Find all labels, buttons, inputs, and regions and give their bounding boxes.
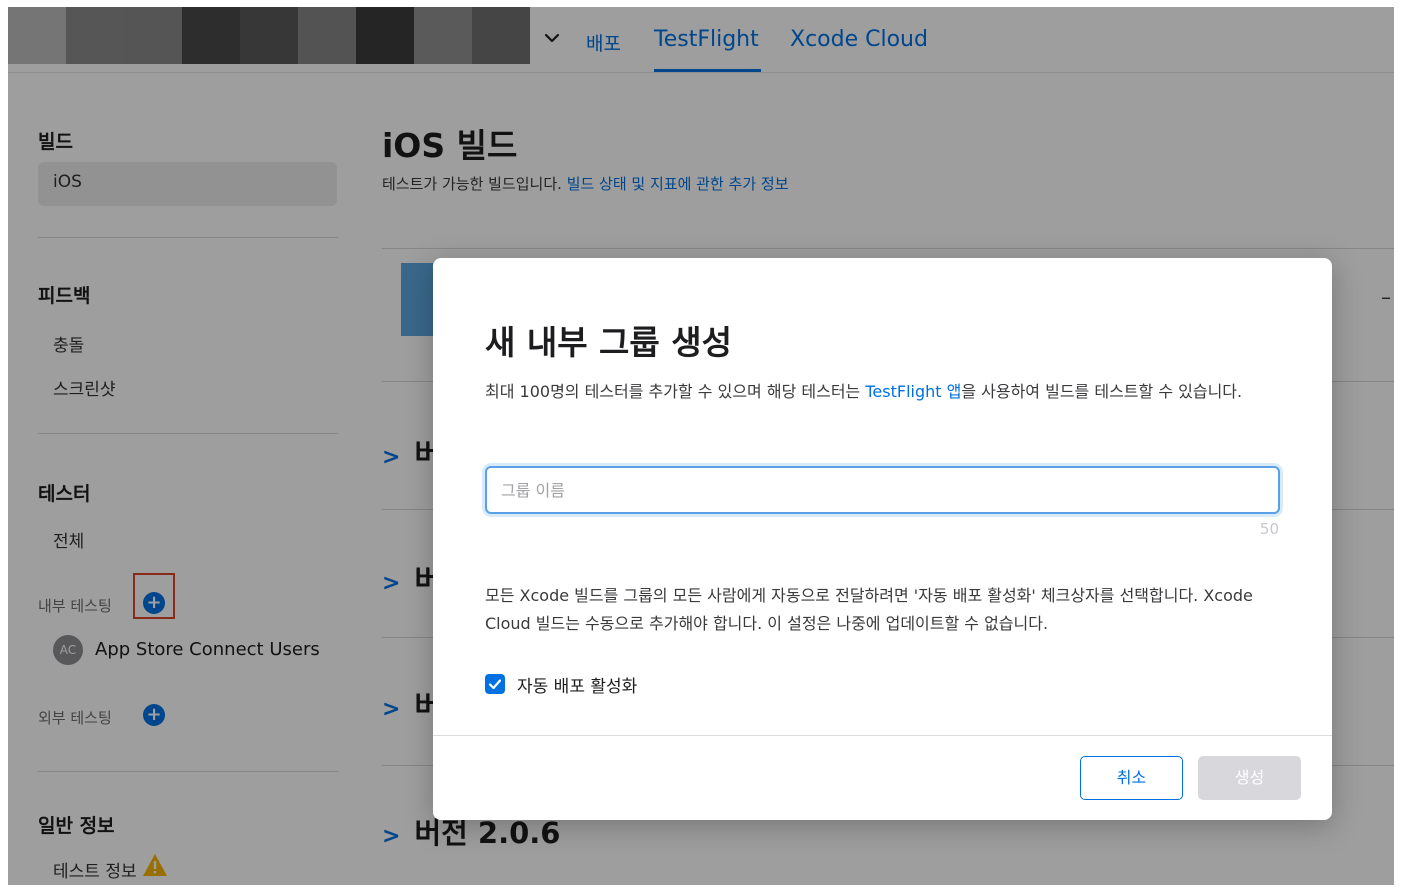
dialog-title: 새 내부 그룹 생성 [485, 323, 732, 362]
create-internal-group-dialog: 새 내부 그룹 생성 최대 100명의 테스터를 추가할 수 있으며 해당 테스… [433, 258, 1332, 820]
create-button[interactable]: 생성 [1198, 756, 1301, 800]
auto-distribution-checkbox[interactable] [485, 674, 505, 694]
auto-distribution-note: 모든 Xcode 빌드를 그룹의 모든 사람에게 자동으로 전달하려면 '자동 … [485, 586, 1253, 633]
app-window: 배포 TestFlight Xcode Cloud 빌드 iOS 피드백 충돌 … [8, 7, 1394, 885]
cancel-button[interactable]: 취소 [1080, 756, 1183, 800]
testflight-app-link[interactable]: TestFlight 앱 [865, 382, 961, 401]
character-limit-counter: 50 [1259, 520, 1279, 538]
dialog-footer-divider [433, 735, 1332, 736]
checkmark-icon [488, 679, 502, 690]
group-name-input[interactable] [485, 466, 1280, 514]
auto-distribution-label[interactable]: 자동 배포 활성화 [517, 672, 637, 697]
dialog-description: 최대 100명의 테스터를 추가할 수 있으며 해당 테스터는 TestFlig… [485, 382, 1243, 401]
